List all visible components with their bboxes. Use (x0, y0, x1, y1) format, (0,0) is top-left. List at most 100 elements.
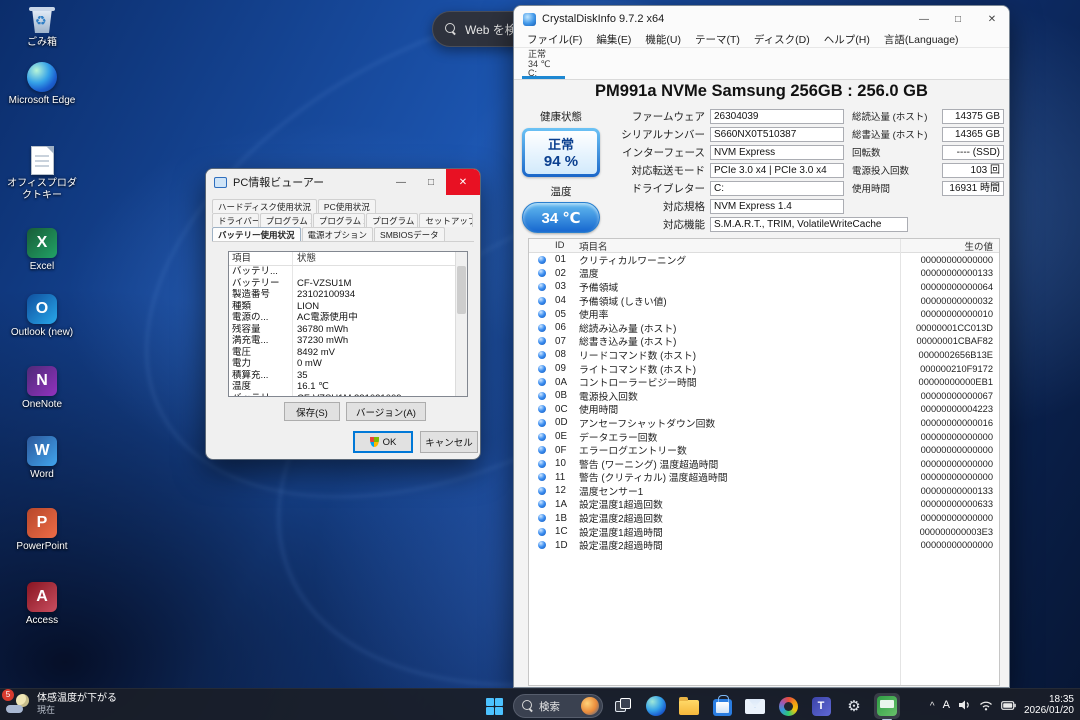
desktop-icon-recycle-bin[interactable]: ♻ ごみ箱 (4, 4, 80, 49)
smart-attribute-name: 警告 (ワーニング) 温度超過時間 (579, 457, 907, 471)
smart-raw-value: 00000000000133 (907, 268, 999, 278)
save-button[interactable]: 保存(S) (284, 402, 340, 421)
stat-value: ---- (SSD) (942, 145, 1004, 160)
battery-status-list: 項目 状態 バッテリ... バッテリー CF-VZSU1M (228, 251, 468, 397)
speaker-icon[interactable] (958, 699, 971, 711)
tab[interactable]: ドライバー (212, 213, 259, 227)
ime-indicator[interactable]: A (943, 699, 950, 711)
health-dot-icon (538, 514, 546, 522)
tab[interactable]: ハードディスク使用状況 (212, 199, 317, 213)
weather-widget[interactable]: 5 体感温度が下がる 現在 (6, 692, 117, 716)
desktop-icon-excel[interactable]: X Excel (4, 228, 80, 273)
menu-item[interactable]: 機能(U) (638, 32, 688, 47)
scrollbar-thumb[interactable] (457, 266, 466, 314)
menu-item[interactable]: ディスク(D) (747, 32, 817, 47)
close-button[interactable]: ✕ (446, 169, 480, 195)
close-button[interactable]: ✕ (975, 6, 1009, 32)
taskbar-icon-crystaldiskinfo[interactable] (874, 693, 900, 719)
field-value: C: (710, 181, 844, 196)
uac-shield-icon (370, 437, 379, 447)
tab[interactable]: セットアップ (419, 213, 473, 227)
menu-item[interactable]: ファイル(F) (520, 32, 589, 47)
taskbar-icon-settings[interactable]: ⚙ (841, 693, 867, 719)
minimize-button[interactable]: — (386, 169, 416, 195)
start-button[interactable] (482, 694, 506, 718)
cancel-button[interactable]: キャンセル (420, 431, 478, 453)
menu-item[interactable]: 言語(Language) (877, 32, 966, 47)
health-label: 健康状態 (522, 109, 600, 124)
tab[interactable]: プログラム 1 (260, 213, 312, 227)
taskbar-icon-photos[interactable] (775, 693, 801, 719)
disk-tab-c[interactable]: 正常 34 ℃ C: (522, 49, 565, 79)
desktop-icon-office-key[interactable]: オフィスプロダクトキー (4, 146, 80, 202)
item-status: 0 mW (293, 358, 467, 370)
health-dot-icon (538, 256, 546, 264)
list-item: 温度 16.1 ℃ (229, 381, 467, 393)
stat-label: 総書込量 (ホスト) (852, 127, 942, 141)
desktop-icon-label: OneNote (22, 399, 62, 411)
desktop-icon-word[interactable]: W Word (4, 436, 80, 481)
cdi-menubar: ファイル(F)編集(E)機能(U)テーマ(T)ディスク(D)ヘルプ(H)言語(L… (514, 32, 1009, 48)
taskbar-icon-file-explorer[interactable] (676, 693, 702, 719)
smart-id: 0C (555, 404, 579, 415)
taskbar-icon-task-view[interactable] (610, 693, 636, 719)
tray-date: 2026/01/20 (1024, 705, 1074, 716)
field-label: 対応機能 (610, 217, 710, 232)
smart-raw-value: 00000000000010 (907, 309, 999, 319)
tab[interactable]: PC使用状況 (318, 199, 376, 213)
tab[interactable]: バッテリー使用状況 (212, 227, 301, 241)
temperature-label: 温度 (522, 184, 600, 199)
smart-row: 05 使用率 00000000000010 (529, 307, 999, 321)
smart-attribute-name: コントローラービジー時間 (579, 375, 907, 389)
desktop-icon-onenote[interactable]: N OneNote (4, 366, 80, 411)
list-item: 電源の... AC電源使用中 (229, 312, 467, 324)
field-label: 対応転送モード (610, 163, 710, 178)
stat-value: 16931 時間 (942, 181, 1004, 196)
gear-icon: ⚙ (847, 699, 860, 714)
field-label: 対応規格 (610, 199, 710, 214)
tab[interactable]: プログラム 2 (313, 213, 365, 227)
tab[interactable]: プログラム 3 (366, 213, 418, 227)
search-label: 検索 (539, 699, 560, 714)
taskbar-icon-edge[interactable] (643, 693, 669, 719)
menu-item[interactable]: 編集(E) (589, 32, 638, 47)
tab[interactable]: 電源オプション (302, 227, 374, 241)
list-scrollbar[interactable] (455, 252, 467, 396)
ok-button[interactable]: OK (353, 431, 413, 453)
tray-overflow-chevron[interactable]: ^ (930, 701, 935, 712)
menu-item[interactable]: テーマ(T) (688, 32, 747, 47)
health-dot-icon (538, 446, 546, 454)
smart-id: 08 (555, 349, 579, 360)
smart-row: 01 クリティカルワーニング 00000000000000 (529, 253, 999, 267)
maximize-button[interactable]: □ (416, 169, 446, 195)
network-icon[interactable] (979, 700, 993, 711)
health-status-box[interactable]: 正常 94 % (522, 128, 600, 177)
taskbar-icon-teams[interactable]: T (808, 693, 834, 719)
taskbar-icon-mail[interactable] (742, 693, 768, 719)
desktop-icon-label: ごみ箱 (27, 37, 57, 49)
clock[interactable]: 18:35 2026/01/20 (1024, 694, 1074, 716)
smart-id: 0B (555, 390, 579, 401)
minimize-button[interactable]: — (907, 6, 941, 32)
desktop-icon-powerpoint[interactable]: P PowerPoint (4, 508, 80, 553)
weather-text: 体感温度が下がる 現在 (37, 693, 117, 716)
smart-raw-value: 00000000000032 (907, 296, 999, 306)
smart-id: 09 (555, 363, 579, 374)
access-icon: A (27, 582, 57, 612)
temperature-value[interactable]: 34 ℃ (522, 202, 600, 233)
battery-icon[interactable] (1001, 701, 1016, 710)
maximize-button[interactable]: □ (941, 6, 975, 32)
desktop-icon-outlook[interactable]: O Outlook (new) (4, 294, 80, 339)
health-dot-icon (538, 351, 546, 359)
taskbar-search-box[interactable]: 検索 (513, 694, 603, 718)
menu-item[interactable]: ヘルプ(H) (817, 32, 877, 47)
stat-label: 総読込量 (ホスト) (852, 109, 942, 123)
tab[interactable]: SMBIOSデータ (374, 227, 445, 241)
list-item: 電圧 8492 mV (229, 347, 467, 359)
desktop-icon-label: Access (26, 615, 58, 627)
taskbar-icon-store[interactable] (709, 693, 735, 719)
desktop-icon-edge[interactable]: Microsoft Edge (4, 62, 80, 107)
smart-row: 0A コントローラービジー時間 00000000000EB1 (529, 375, 999, 389)
version-button[interactable]: バージョン(A) (346, 402, 426, 421)
desktop-icon-access[interactable]: A Access (4, 582, 80, 627)
